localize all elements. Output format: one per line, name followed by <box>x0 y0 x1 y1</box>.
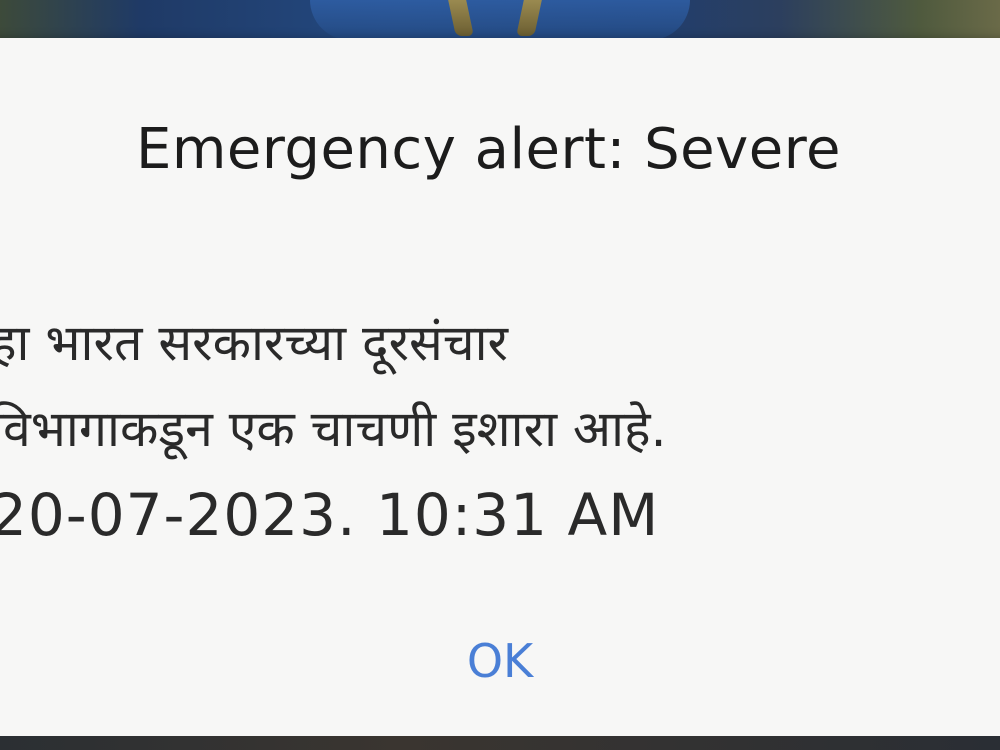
wallpaper-background <box>0 0 1000 40</box>
alert-title: Emergency alert: Severe <box>136 117 841 182</box>
emergency-alert-dialog: Emergency alert: Severe हा भारत सरकारच्य… <box>0 38 1000 738</box>
wallpaper-background-bottom <box>0 736 1000 750</box>
phone-screen: Emergency alert: Severe हा भारत सरकारच्य… <box>0 0 1000 750</box>
alert-message-line: हा भारत सरकारच्या दूरसंचार <box>0 314 508 372</box>
alert-message: हा भारत सरकारच्या दूरसंचार विभागाकडून एक… <box>0 300 990 558</box>
wallpaper-figure <box>310 0 690 40</box>
alert-message-line: विभागाकडून एक चाचणी इशारा आहे. <box>0 400 667 458</box>
alert-timestamp: 20-07-2023. 10:31 AM <box>0 481 660 549</box>
ok-button[interactable]: OK <box>430 626 570 696</box>
